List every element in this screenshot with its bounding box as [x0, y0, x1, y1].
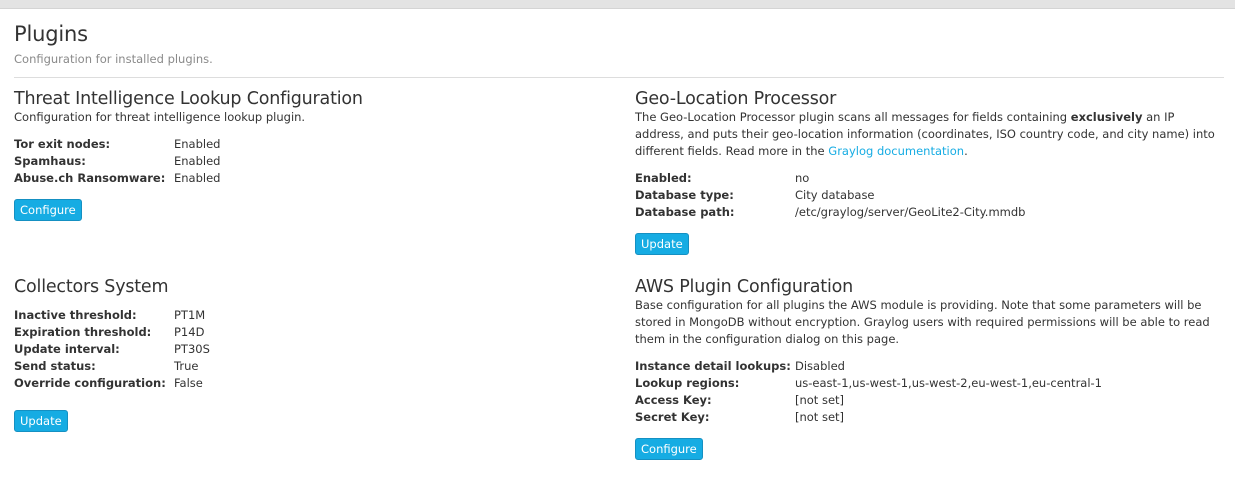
description-text: . — [964, 144, 968, 158]
geo-location-properties: Enabled: no Database type: City database… — [635, 170, 1225, 221]
property-value: False — [174, 376, 203, 390]
section-title: Collectors System — [14, 277, 169, 297]
section-title: Threat Intelligence Lookup Configuration — [14, 89, 363, 109]
property-label: Instance detail lookups: — [635, 359, 791, 373]
property-row: Inactive threshold: PT1M — [14, 307, 604, 324]
aws-configure-button[interactable]: Configure — [635, 438, 703, 460]
property-label: Tor exit nodes: — [14, 137, 111, 151]
property-value: no — [795, 171, 810, 185]
property-label: Abuse.ch Ransomware: — [14, 171, 166, 185]
threat-intel-section: Threat Intelligence Lookup Configuration… — [14, 89, 604, 221]
property-label: Database type: — [635, 188, 734, 202]
collectors-properties: Inactive threshold: PT1M Expiration thre… — [14, 307, 604, 392]
property-row: Spamhaus: Enabled — [14, 153, 604, 170]
property-value: us-east-1,us-west-1,us-west-2,eu-west-1,… — [795, 376, 1103, 390]
collectors-update-button[interactable]: Update — [14, 410, 68, 432]
property-value: Disabled — [795, 359, 845, 373]
property-value: Enabled — [174, 154, 221, 168]
property-label: Inactive threshold: — [14, 308, 137, 322]
property-value: Enabled — [174, 171, 221, 185]
property-value: [not set] — [795, 410, 845, 424]
property-label: Expiration threshold: — [14, 325, 152, 339]
property-value: P14D — [174, 325, 205, 339]
property-row: Send status: True — [14, 358, 604, 375]
threat-intel-properties: Tor exit nodes: Enabled Spamhaus: Enable… — [14, 136, 604, 187]
top-nav-bar — [0, 0, 1235, 9]
property-value: True — [174, 359, 199, 373]
property-label: Database path: — [635, 205, 735, 219]
property-row: Update interval: PT30S — [14, 341, 604, 358]
graylog-documentation-link[interactable]: Graylog documentation — [828, 144, 964, 158]
header-divider — [14, 77, 1224, 78]
property-row: Override configuration: False — [14, 375, 604, 392]
property-label: Update interval: — [14, 342, 120, 356]
property-label: Lookup regions: — [635, 376, 740, 390]
section-description: Base configuration for all plugins the A… — [635, 298, 1210, 346]
property-row: Expiration threshold: P14D — [14, 324, 604, 341]
property-label: Enabled: — [635, 171, 692, 185]
property-row: Instance detail lookups: Disabled — [635, 358, 1230, 375]
property-row: Enabled: no — [635, 170, 1225, 187]
property-row: Abuse.ch Ransomware: Enabled — [14, 170, 604, 187]
section-description: Configuration for threat intelligence lo… — [14, 110, 306, 124]
property-value: PT1M — [174, 308, 206, 322]
property-value: Enabled — [174, 137, 221, 151]
section-title: AWS Plugin Configuration — [635, 277, 854, 297]
property-label: Override configuration: — [14, 376, 166, 390]
property-value: [not set] — [795, 393, 845, 407]
property-row: Tor exit nodes: Enabled — [14, 136, 604, 153]
threat-intel-configure-button[interactable]: Configure — [14, 199, 82, 221]
aws-plugin-section: AWS Plugin Configuration Base configurat… — [635, 277, 1230, 460]
property-row: Secret Key: [not set] — [635, 409, 1230, 426]
description-text: The Geo-Location Processor plugin scans … — [635, 110, 1071, 124]
property-value: /etc/graylog/server/GeoLite2-City.mmdb — [795, 205, 1026, 219]
property-label: Spamhaus: — [14, 154, 86, 168]
property-row: Database type: City database — [635, 187, 1225, 204]
page-subtitle: Configuration for installed plugins. — [14, 52, 213, 66]
geo-location-section: Geo-Location Processor The Geo-Location … — [635, 89, 1225, 255]
property-row: Access Key: [not set] — [635, 392, 1230, 409]
page-title: Plugins — [14, 22, 88, 46]
aws-plugin-properties: Instance detail lookups: Disabled Lookup… — [635, 358, 1230, 426]
description-emphasis: exclusively — [1070, 110, 1143, 124]
section-description: The Geo-Location Processor plugin scans … — [635, 109, 1225, 160]
property-row: Lookup regions: us-east-1,us-west-1,us-w… — [635, 375, 1230, 392]
collectors-section: Collectors System Inactive threshold: PT… — [14, 277, 604, 432]
property-label: Secret Key: — [635, 410, 710, 424]
property-row: Database path: /etc/graylog/server/GeoLi… — [635, 204, 1225, 221]
property-value: PT30S — [174, 342, 210, 356]
property-label: Send status: — [14, 359, 96, 373]
property-label: Access Key: — [635, 393, 712, 407]
property-value: City database — [795, 188, 875, 202]
geo-location-update-button[interactable]: Update — [635, 233, 689, 255]
section-title: Geo-Location Processor — [635, 89, 837, 109]
